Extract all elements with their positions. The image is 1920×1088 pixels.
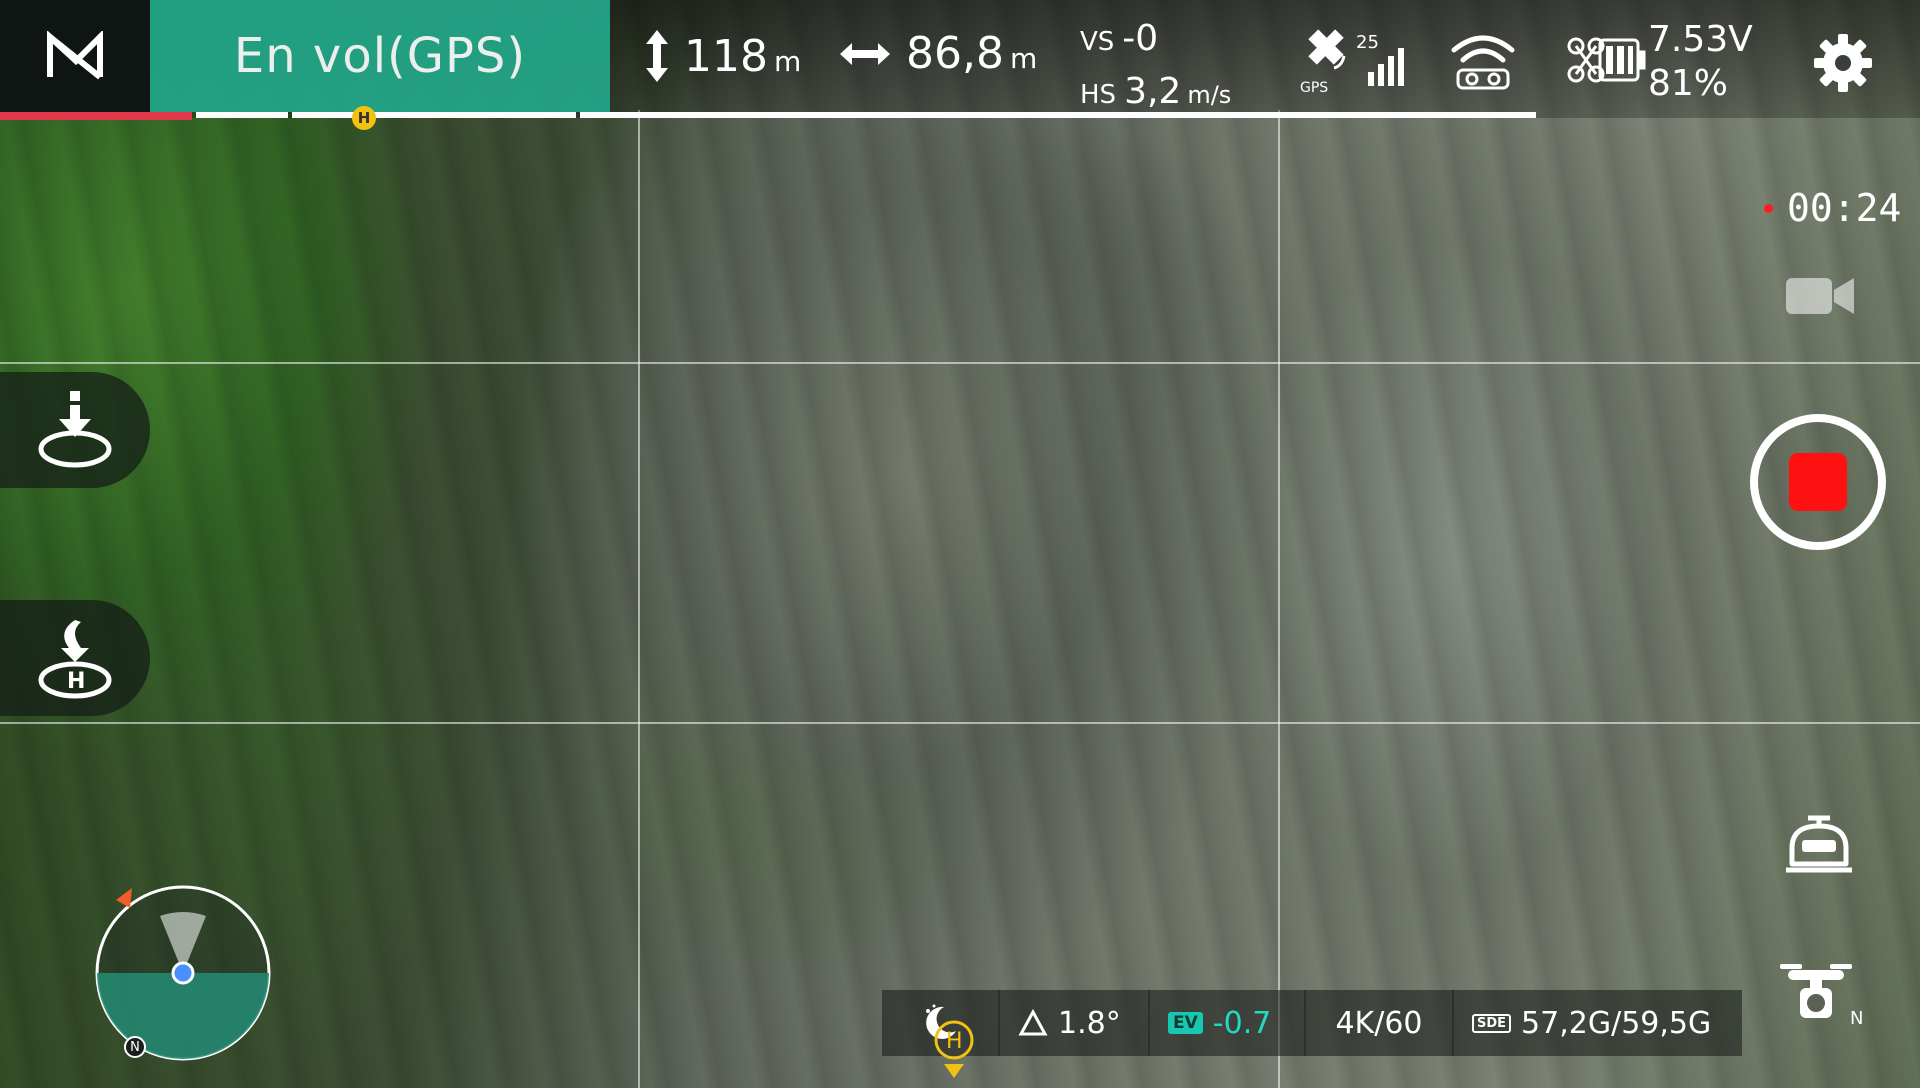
home-point-icon: H: [934, 1020, 974, 1078]
svg-text:H: H: [67, 669, 85, 694]
video-mode-icon: [1786, 278, 1854, 314]
grid-line-vertical: [638, 110, 640, 1088]
distance-icon: [840, 42, 890, 65]
resolution-value: 4K/60: [1335, 1005, 1423, 1041]
flight-status-text: En vol(GPS): [233, 28, 527, 84]
gimbal-tilt-cell: 1.8°: [1000, 990, 1150, 1056]
gimbal-camera-icon: N: [1780, 964, 1863, 1029]
grid-line-horizontal: [0, 722, 1920, 724]
resolution-cell[interactable]: 4K/60: [1306, 990, 1454, 1056]
satellite-count: 25: [1356, 32, 1379, 53]
return-home-button[interactable]: H: [0, 600, 150, 716]
exposure-cell[interactable]: EV -0.7: [1150, 990, 1306, 1056]
gimbal-camera-button[interactable]: N: [1776, 958, 1866, 1029]
tilt-icon: [1018, 1009, 1048, 1036]
vs-label: VS: [1080, 27, 1115, 57]
flight-progress-segment: [580, 112, 1536, 118]
compass-radar-graphic: [95, 885, 271, 1061]
gps-status[interactable]: GPS 25: [1300, 24, 1410, 96]
grid-line-horizontal: [0, 362, 1920, 364]
camera-live-view: [0, 0, 1920, 1088]
hs-value: 3,2: [1124, 71, 1182, 112]
record-stop-icon: [1789, 453, 1847, 511]
recording-time: 00:24: [1787, 186, 1902, 230]
cliff-texture: [0, 0, 1920, 1088]
speed-readout: VS -0 HS 3,2 m/s: [1080, 14, 1231, 120]
gps-label: GPS: [1300, 80, 1328, 94]
storage-value: 57,2G/59,5G: [1521, 1005, 1712, 1041]
altitude-unit: m: [773, 44, 802, 78]
vs-value: -0: [1122, 18, 1159, 59]
wifi-link-icon: [1451, 35, 1515, 90]
distance-value: 86,8: [906, 28, 1004, 79]
record-button[interactable]: [1750, 414, 1886, 550]
distance-unit: m: [1009, 42, 1038, 75]
flight-progress-consumed: [0, 112, 192, 120]
home-marker-badge: H: [352, 106, 376, 130]
compass-north-badge: N: [124, 1036, 146, 1058]
sd-card-icon: SDE: [1472, 1013, 1512, 1033]
gps-signal-icon: GPS 25: [1300, 29, 1404, 96]
grid-line-vertical: [1278, 110, 1280, 1088]
gimbal-north-label: N: [1850, 1008, 1863, 1028]
drone-battery-icon: [1567, 37, 1646, 83]
ev-label: EV: [1168, 1012, 1203, 1034]
svg-text:H: H: [946, 1029, 963, 1054]
flight-status-panel[interactable]: En vol(GPS): [150, 0, 610, 112]
settings-gear-icon: [1814, 34, 1872, 92]
drone-battery-status[interactable]: [1566, 30, 1646, 90]
return-home-icon: H: [38, 620, 112, 699]
brand-logo-icon: [47, 31, 103, 80]
storage-cell: SDE 57,2G/59,5G: [1454, 990, 1742, 1056]
attitude-radar[interactable]: N: [94, 884, 272, 1062]
brand-logo-button[interactable]: [0, 0, 150, 112]
recording-indicator-dot: [1764, 203, 1773, 213]
recording-timer: 00:24: [1764, 186, 1901, 230]
altitude-icon: [646, 30, 668, 82]
hs-unit: m/s: [1187, 81, 1232, 109]
battery-percent: 81%: [1648, 63, 1729, 104]
battery-voltage: 7.53V: [1648, 19, 1753, 60]
camera-settings-button[interactable]: [1780, 812, 1858, 878]
compass-north-label: N: [130, 1039, 140, 1055]
tilt-value: 1.8°: [1058, 1005, 1121, 1041]
landing-icon: [38, 391, 112, 468]
hs-label: HS: [1080, 80, 1117, 110]
camera-status-strip: 1.8° EV -0.7 4K/60 SDE 57,2G/59,5G: [882, 990, 1742, 1056]
battery-readout: 7.53V 81%: [1648, 18, 1753, 106]
landing-button[interactable]: [0, 372, 150, 488]
ev-value: -0.7: [1212, 1005, 1272, 1041]
link-status[interactable]: [1448, 28, 1518, 90]
altitude-value: 118: [684, 30, 768, 82]
flight-progress-segment: [196, 112, 288, 118]
video-mode-button[interactable]: [1784, 272, 1856, 320]
camera-settings-icon: [1786, 815, 1852, 873]
settings-button[interactable]: [1812, 32, 1874, 94]
flight-progress-segment: [292, 112, 576, 118]
home-point-marker: H: [930, 1018, 978, 1082]
distance-readout: 86,8 m: [838, 28, 1037, 79]
altitude-readout: 118 m: [644, 28, 801, 84]
